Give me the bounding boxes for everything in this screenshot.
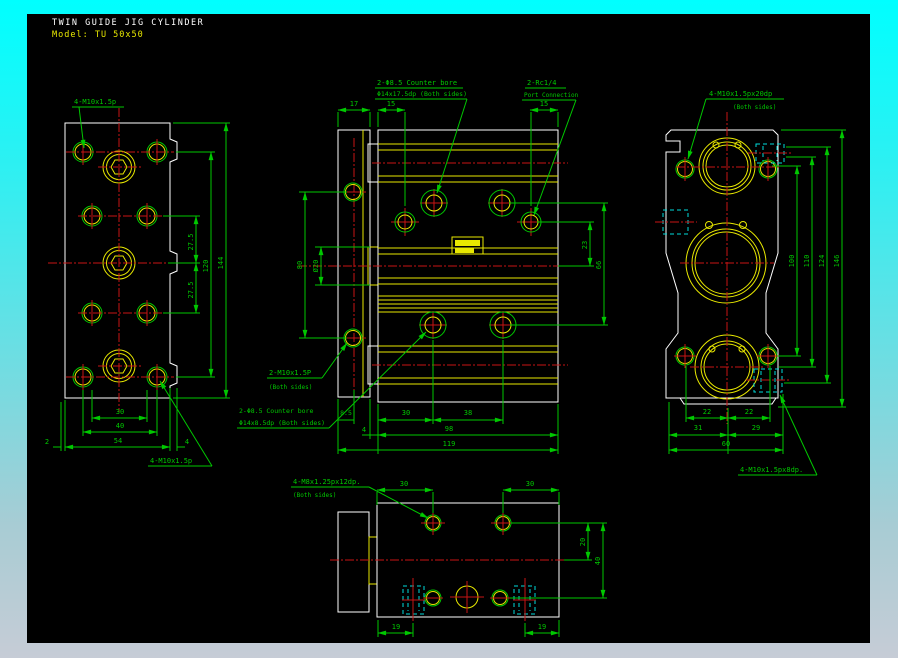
dim-17: 17 bbox=[350, 100, 358, 108]
dim-100: 100 bbox=[788, 255, 796, 268]
dim-8-5: 8.5 bbox=[340, 409, 352, 417]
cad-drawing-area[interactable]: TWIN GUIDE JIG CYLINDER Model: TU 50x50 bbox=[0, 0, 898, 658]
dim-146: 146 bbox=[833, 255, 841, 268]
dim-60: 60 bbox=[722, 440, 730, 448]
dim-20: 20 bbox=[579, 538, 587, 546]
front-thread-label1: 2-M10x1.5P bbox=[269, 369, 311, 377]
dim-27-5-bottom: 27.5 bbox=[187, 282, 195, 299]
left-thread-label-bottom: 4-M10x1.5p bbox=[150, 457, 192, 465]
dim-110: 110 bbox=[803, 255, 811, 268]
side-thread-label-bottom: 4-M10x1.5px8dp. bbox=[740, 466, 803, 474]
drawing-title: TWIN GUIDE JIG CYLINDER bbox=[52, 18, 204, 28]
dim-144: 144 bbox=[217, 257, 225, 270]
drawing-model: Model: TU 50x50 bbox=[52, 30, 144, 40]
dim-23: 23 bbox=[581, 241, 589, 249]
cad-window: TWIN GUIDE JIG CYLINDER Model: TU 50x50 bbox=[0, 0, 898, 658]
dim-19-right: 19 bbox=[538, 623, 546, 631]
dim-27-5-top: 27.5 bbox=[187, 234, 195, 251]
dim-4-front: 4 bbox=[362, 426, 366, 434]
dim-31: 31 bbox=[694, 424, 702, 432]
bottom-thread-label2: (Both sides) bbox=[293, 492, 336, 499]
dim-15-left: 15 bbox=[387, 100, 395, 108]
side-thread-label-top2: (Both sides) bbox=[733, 104, 776, 111]
front-cb-top-label1: 2-Φ8.5 Counter bore bbox=[377, 79, 457, 87]
front-cb-top-label2: Φ14x17.5dp (Both sides) bbox=[377, 90, 467, 98]
dim-19-left: 19 bbox=[392, 623, 400, 631]
front-port-label1: 2-Rc1/4 bbox=[527, 79, 557, 87]
dim-dia20: Ø20 bbox=[312, 260, 320, 273]
dim-98: 98 bbox=[445, 425, 453, 433]
dim-2: 2 bbox=[45, 438, 49, 446]
dim-15-right: 15 bbox=[540, 100, 548, 108]
dim-4-left: 4 bbox=[185, 438, 189, 446]
dim-22-left: 22 bbox=[703, 408, 711, 416]
dim-40: 40 bbox=[594, 557, 602, 565]
dim-66: 66 bbox=[595, 261, 603, 269]
front-port-label2: Port Connection bbox=[524, 92, 579, 99]
dim-30-front: 30 bbox=[402, 409, 410, 417]
dim-54: 54 bbox=[114, 437, 122, 445]
dim-30-bottom-right: 30 bbox=[526, 480, 534, 488]
dim-22-right: 22 bbox=[745, 408, 753, 416]
dim-30-left: 30 bbox=[116, 408, 124, 416]
dim-40-left: 40 bbox=[116, 422, 124, 430]
dim-29: 29 bbox=[752, 424, 760, 432]
front-cb-bot-label2: Φ14x8.5dp (Both sides) bbox=[239, 419, 325, 427]
bottom-thread-label1: 4-M8x1.25px12dp. bbox=[293, 478, 360, 486]
dim-80: 80 bbox=[296, 261, 304, 269]
front-thread-label2: (Both sides) bbox=[269, 384, 312, 391]
dim-119: 119 bbox=[443, 440, 456, 448]
dim-30-bottom-left: 30 bbox=[400, 480, 408, 488]
side-thread-label-top1: 4-M10x1.5px20dp bbox=[709, 90, 772, 98]
dim-38: 38 bbox=[464, 409, 472, 417]
left-thread-label-top: 4-M10x1.5p bbox=[74, 98, 116, 106]
dim-120: 120 bbox=[202, 260, 210, 273]
dim-124: 124 bbox=[818, 255, 826, 268]
front-cb-bot-label1: 2-Φ8.5 Counter bore bbox=[239, 407, 313, 415]
